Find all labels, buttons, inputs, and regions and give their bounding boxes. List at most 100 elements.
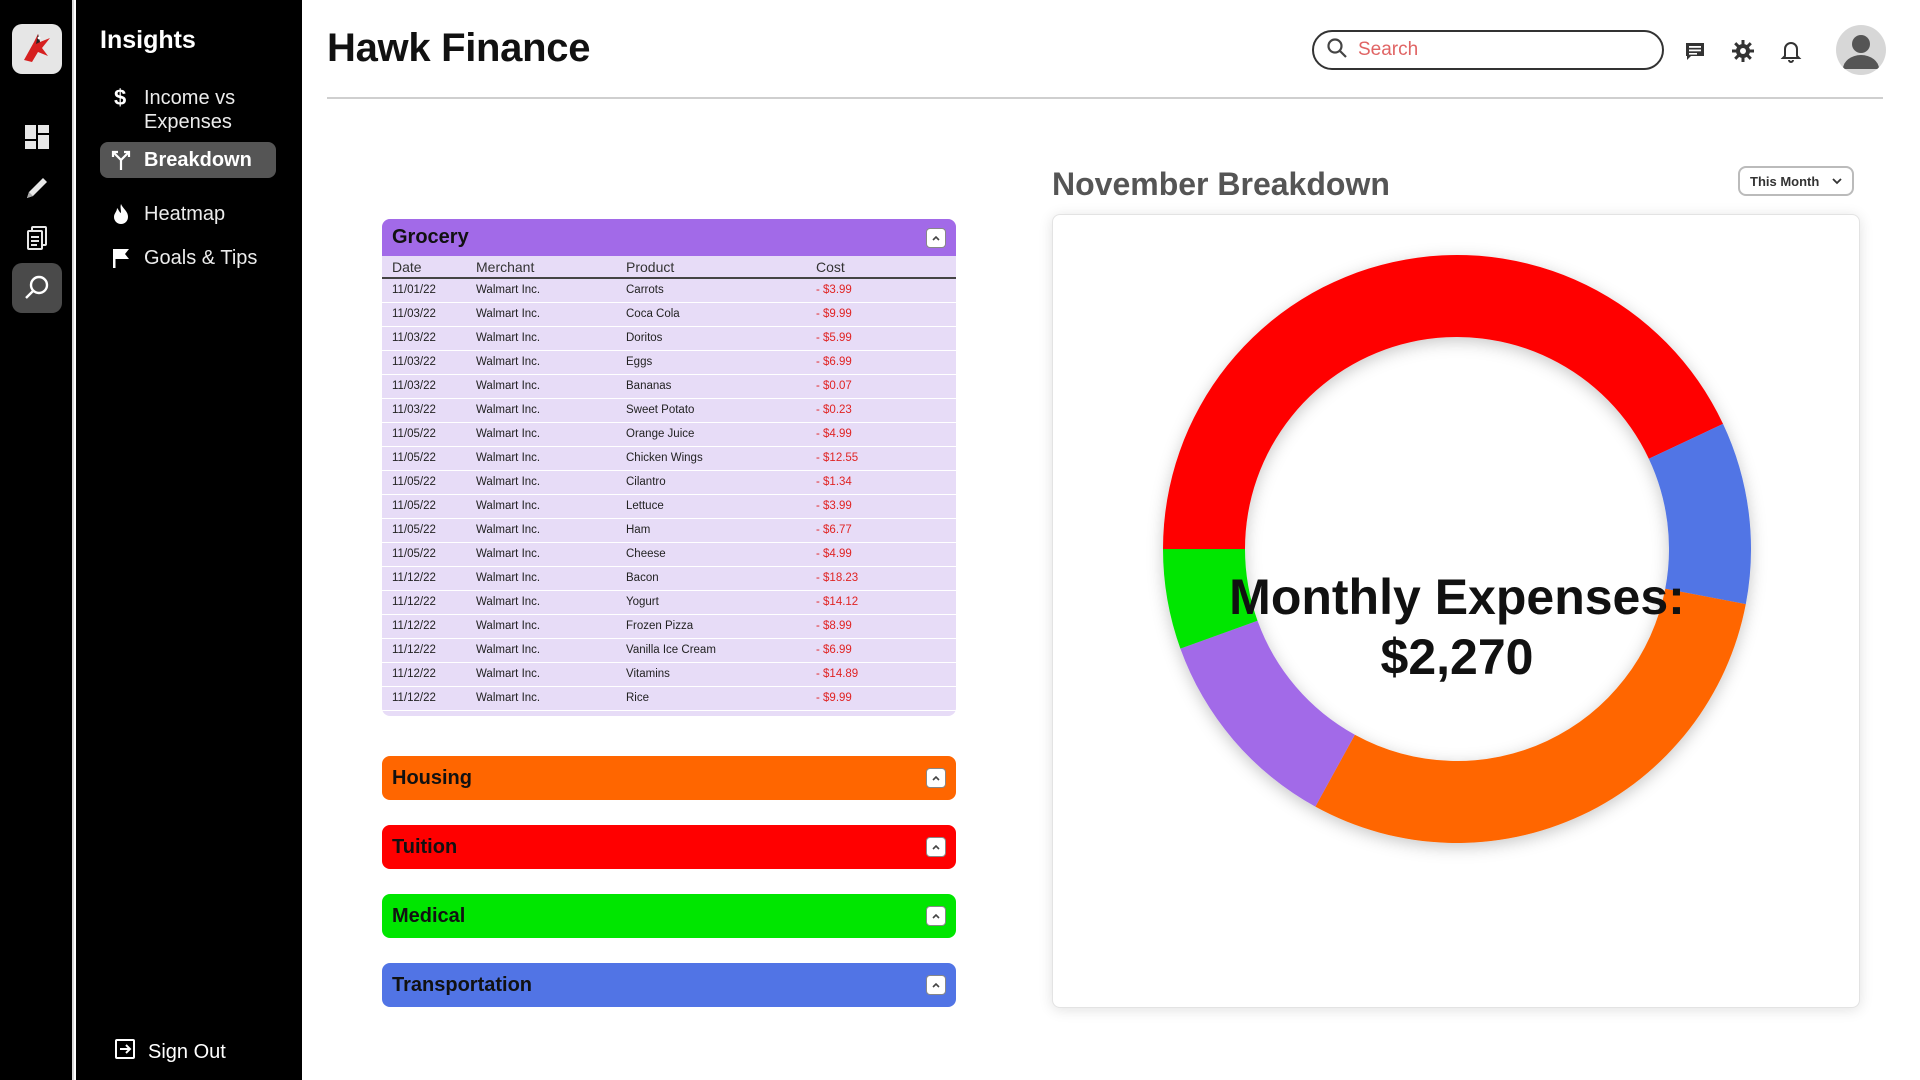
- cell-date: 11/03/22: [382, 374, 466, 399]
- cell-cost: - $9.99: [806, 302, 956, 327]
- cell-product: Bacon: [616, 566, 806, 591]
- expand-tuition-button[interactable]: [926, 837, 946, 857]
- chevron-up-icon: [932, 235, 940, 241]
- expand-housing-button[interactable]: [926, 768, 946, 788]
- period-select-value: This Month: [1750, 173, 1820, 189]
- cell-date: 11/03/22: [382, 302, 466, 327]
- sidebar-item-label: Goals & Tips: [144, 247, 258, 269]
- table-row: 11/12/22 Walmart Inc. Vitamins - $14.89: [382, 662, 956, 687]
- cell-merchant: Walmart Inc.: [466, 470, 616, 495]
- cell-cost: - $4.99: [806, 542, 956, 567]
- transportation-title: Transportation: [392, 973, 533, 996]
- insights-sidebar: Insights $ Income vs Expenses Breakdown …: [76, 0, 302, 1080]
- bell-icon[interactable]: [1778, 38, 1804, 64]
- gear-icon[interactable]: [1730, 38, 1756, 64]
- donut-center-label: Monthly Expenses: $2,270: [1053, 567, 1861, 687]
- header-divider: [327, 97, 1883, 99]
- tuition-header[interactable]: Tuition: [382, 825, 956, 869]
- breakdown-chart-card: Monthly Expenses: $2,270: [1052, 214, 1860, 1008]
- pencil-icon[interactable]: [12, 163, 62, 213]
- grocery-title: Grocery: [392, 226, 469, 248]
- grocery-header[interactable]: Grocery: [382, 219, 956, 256]
- column-header-date: Date: [382, 256, 466, 279]
- cell-product: Doritos: [616, 326, 806, 351]
- sidebar-item-label: Heatmap: [144, 203, 226, 225]
- table-row: 11/03/22 Walmart Inc. Eggs - $6.99: [382, 350, 956, 375]
- icon-rail: [0, 0, 74, 1080]
- period-select[interactable]: This Month: [1738, 166, 1854, 196]
- cell-product: Rice: [616, 686, 806, 711]
- housing-header[interactable]: Housing: [382, 756, 956, 800]
- grocery-panel: Grocery Date Merchant Product Cost 11/01…: [382, 219, 956, 716]
- sidebar-item-income-vs-expenses[interactable]: $ Income vs Expenses: [100, 80, 276, 140]
- cell-product: Orange Juice: [616, 422, 806, 447]
- cell-merchant: Walmart Inc.: [466, 566, 616, 591]
- transportation-panel: Transportation: [382, 963, 956, 1007]
- search-box[interactable]: [1312, 30, 1664, 70]
- housing-panel: Housing: [382, 756, 956, 800]
- transportation-header[interactable]: Transportation: [382, 963, 956, 1007]
- expand-transportation-button[interactable]: [926, 975, 946, 995]
- sign-out-icon: [114, 1038, 136, 1066]
- cell-product: Bananas: [616, 374, 806, 399]
- chevron-up-icon: [932, 913, 940, 919]
- cell-product: Sweet Potato: [616, 398, 806, 423]
- column-header-merchant: Merchant: [466, 256, 616, 279]
- cell-date: 11/12/22: [382, 566, 466, 591]
- table-row: 11/05/22 Walmart Inc. Chicken Wings - $12.5…: [382, 446, 956, 471]
- donut-slice-tuition[interactable]: [1163, 254, 1724, 550]
- insights-search-icon[interactable]: [12, 263, 62, 313]
- cell-merchant: Walmart Inc.: [466, 518, 616, 543]
- table-row: 11/05/22 Walmart Inc. Ham - $6.77: [382, 518, 956, 543]
- sidebar-title: Insights: [100, 26, 196, 54]
- cell-cost: - $9.99: [806, 686, 956, 711]
- avatar[interactable]: [1836, 25, 1886, 75]
- cell-merchant: Walmart Inc.: [466, 350, 616, 375]
- expand-medical-button[interactable]: [926, 906, 946, 926]
- cell-merchant: Walmart Inc.: [466, 542, 616, 567]
- tuition-panel: Tuition: [382, 825, 956, 869]
- cell-cost: - $4.99: [806, 422, 956, 447]
- cell-merchant: Walmart Inc.: [466, 422, 616, 447]
- chat-icon[interactable]: [1682, 38, 1708, 64]
- documents-icon[interactable]: [12, 213, 62, 263]
- table-row: 11/05/22 Walmart Inc. Orange Juice - $4.99: [382, 422, 956, 447]
- table-row: 11/05/22 Walmart Inc. Lettuce - $3.99: [382, 494, 956, 519]
- cell-cost: - $14.89: [806, 662, 956, 687]
- cell-cost: - $6.99: [806, 350, 956, 375]
- collapse-grocery-button[interactable]: [926, 227, 946, 248]
- chevron-up-icon: [932, 775, 940, 781]
- cell-date: 11/05/22: [382, 518, 466, 543]
- cell-product: Cheese: [616, 542, 806, 567]
- sign-out-button[interactable]: Sign Out: [114, 1038, 226, 1066]
- dashboard-icon[interactable]: [12, 112, 62, 162]
- cell-date: 11/05/22: [382, 470, 466, 495]
- chevron-up-icon: [932, 844, 940, 850]
- cell-merchant: Walmart Inc.: [466, 302, 616, 327]
- medical-header[interactable]: Medical: [382, 894, 956, 938]
- column-header-product: Product: [616, 256, 806, 279]
- cell-cost: - $3.99: [806, 494, 956, 519]
- monthly-expenses-total: $2,270: [1380, 629, 1534, 685]
- sidebar-item-goals-tips[interactable]: Goals & Tips: [100, 240, 276, 276]
- sidebar-item-breakdown[interactable]: Breakdown: [100, 142, 276, 178]
- cell-product: Carrots: [616, 278, 806, 303]
- cell-date: 11/01/22: [382, 278, 466, 303]
- cell-product: Yogurt: [616, 590, 806, 615]
- sidebar-item-heatmap[interactable]: Heatmap: [100, 196, 276, 232]
- cell-merchant: Walmart Inc.: [466, 374, 616, 399]
- cell-date: 11/12/22: [382, 638, 466, 663]
- cell-date: 11/12/22: [382, 614, 466, 639]
- cell-merchant: Walmart Inc.: [466, 686, 616, 711]
- tuition-title: Tuition: [392, 835, 458, 858]
- search-input[interactable]: [1358, 39, 1638, 61]
- flame-icon: [110, 202, 132, 226]
- split-arrows-icon: [110, 148, 132, 172]
- medical-title: Medical: [392, 904, 466, 927]
- hawk-logo-icon[interactable]: [12, 24, 62, 74]
- cell-date: 11/05/22: [382, 542, 466, 567]
- page-title: Hawk Finance: [327, 26, 591, 70]
- cell-merchant: Walmart Inc.: [466, 326, 616, 351]
- cell-date: 11/12/22: [382, 686, 466, 711]
- flag-icon: [110, 246, 132, 270]
